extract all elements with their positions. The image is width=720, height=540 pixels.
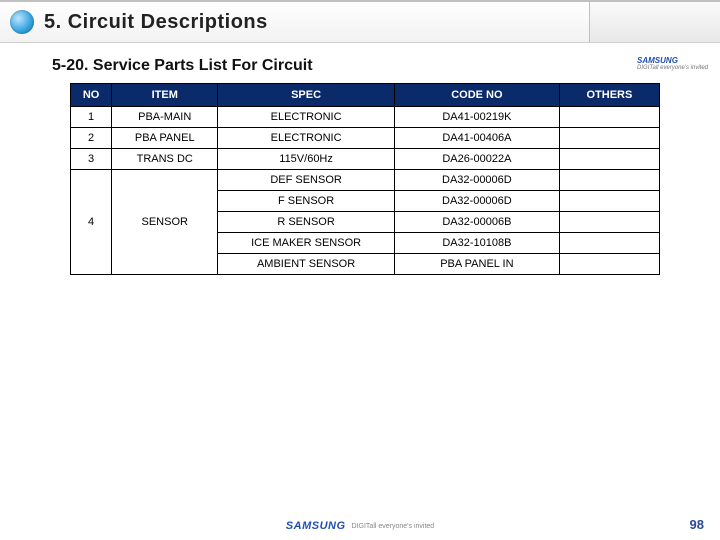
cell-others	[559, 191, 659, 212]
cell-others	[559, 107, 659, 128]
col-no: NO	[71, 84, 112, 107]
cell-no: 3	[71, 149, 112, 170]
cell-item: PBA PANEL	[112, 128, 218, 149]
cell-others	[559, 170, 659, 191]
cell-code: DA32-00006D	[394, 170, 559, 191]
col-spec: SPEC	[218, 84, 395, 107]
section-title: 5-20. Service Parts List For Circuit	[0, 43, 720, 83]
cell-spec: ELECTRONIC	[218, 128, 395, 149]
table-row: 2 PBA PANEL ELECTRONIC DA41-00406A	[71, 128, 660, 149]
cell-code: DA41-00406A	[394, 128, 559, 149]
cell-spec: AMBIENT SENSOR	[218, 254, 395, 275]
cell-others	[559, 254, 659, 275]
footer-tagline: DIGITall everyone's invited	[352, 523, 435, 530]
col-item: ITEM	[112, 84, 218, 107]
table-header-row: NO ITEM SPEC CODE NO OTHERS	[71, 84, 660, 107]
cell-item: SENSOR	[112, 170, 218, 275]
cell-item: PBA-MAIN	[112, 107, 218, 128]
brand-logo-text: SAMSUNG	[637, 56, 678, 65]
cell-code: DA32-00006D	[394, 191, 559, 212]
table-row: 1 PBA-MAIN ELECTRONIC DA41-00219K	[71, 107, 660, 128]
cell-others	[559, 212, 659, 233]
cell-spec: DEF SENSOR	[218, 170, 395, 191]
cell-spec: R SENSOR	[218, 212, 395, 233]
parts-table: NO ITEM SPEC CODE NO OTHERS 1 PBA-MAIN E…	[70, 83, 660, 275]
page-header: 5. Circuit Descriptions	[0, 0, 720, 43]
footer: SAMSUNG DIGITall everyone's invited	[0, 520, 720, 532]
cell-code: DA32-00006B	[394, 212, 559, 233]
brand-badge: SAMSUNG DIGITall everyone's invited	[637, 56, 708, 71]
brand-tagline: DIGITall everyone's invited	[637, 65, 708, 71]
cell-code: DA26-00022A	[394, 149, 559, 170]
cell-no: 1	[71, 107, 112, 128]
globe-icon	[10, 10, 34, 34]
footer-logo-text: SAMSUNG	[286, 520, 346, 532]
cell-no: 4	[71, 170, 112, 275]
table-row: 3 TRANS DC 115V/60Hz DA26-00022A	[71, 149, 660, 170]
cell-item: TRANS DC	[112, 149, 218, 170]
page-number: 98	[690, 517, 704, 532]
cell-others	[559, 128, 659, 149]
cell-others	[559, 149, 659, 170]
cell-code: DA32-10108B	[394, 233, 559, 254]
cell-spec: F SENSOR	[218, 191, 395, 212]
cell-others	[559, 233, 659, 254]
cell-code: PBA PANEL IN	[394, 254, 559, 275]
table-row: 4 SENSOR DEF SENSOR DA32-00006D	[71, 170, 660, 191]
cell-spec: ICE MAKER SENSOR	[218, 233, 395, 254]
col-others: OTHERS	[559, 84, 659, 107]
header-decoration	[589, 2, 720, 42]
cell-no: 2	[71, 128, 112, 149]
col-code: CODE NO	[394, 84, 559, 107]
cell-spec: ELECTRONIC	[218, 107, 395, 128]
cell-spec: 115V/60Hz	[218, 149, 395, 170]
page-title: 5. Circuit Descriptions	[44, 11, 268, 34]
parts-table-container: NO ITEM SPEC CODE NO OTHERS 1 PBA-MAIN E…	[0, 83, 720, 275]
cell-code: DA41-00219K	[394, 107, 559, 128]
